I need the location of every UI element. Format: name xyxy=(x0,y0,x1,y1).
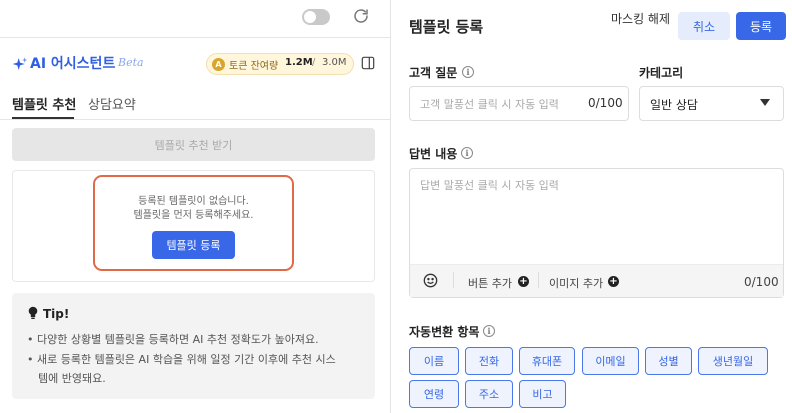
cancel-button[interactable]: 취소 xyxy=(678,12,730,40)
chip-phone[interactable]: 전화 xyxy=(465,347,513,375)
beta-badge: Beta xyxy=(118,56,144,69)
plus-circle-icon[interactable]: + xyxy=(518,276,529,287)
token-label: 토큰 잔여량 xyxy=(229,61,279,72)
chip-birthdate[interactable]: 생년월일 xyxy=(698,347,768,375)
add-image-label[interactable]: 이미지 추가 xyxy=(549,275,603,291)
token-separator: / xyxy=(312,57,316,68)
toggle-knob xyxy=(304,11,316,23)
masking-label: 마스킹 해제 xyxy=(610,12,670,26)
emoji-icon[interactable] xyxy=(423,273,438,288)
panel-toggle-icon[interactable] xyxy=(361,56,375,70)
question-placeholder: 고객 말풍선 클릭 시 자동 입력 xyxy=(420,98,559,111)
answer-char-count: 0/100 xyxy=(744,275,779,289)
tab-divider xyxy=(0,119,390,120)
question-char-count: 0/100 xyxy=(588,96,623,110)
ai-assistant-title: AI 어시스턴트 xyxy=(30,56,116,72)
category-label: 카테고리 xyxy=(639,66,684,80)
empty-submessage: 템플릿을 먼저 등록해주세요. xyxy=(133,210,254,221)
chip-mobile[interactable]: 휴대폰 xyxy=(519,347,575,375)
page-title: 템플릿 등록 xyxy=(409,18,484,36)
add-button-label[interactable]: 버튼 추가 xyxy=(468,275,512,291)
chip-note[interactable]: 비고 xyxy=(519,380,566,408)
toolbar-separator xyxy=(453,272,454,288)
chip-email[interactable]: 이메일 xyxy=(582,347,639,375)
answer-label: 답변 내용 xyxy=(409,147,458,161)
tip-title: Tip! xyxy=(43,307,70,321)
coin-icon: A xyxy=(212,58,225,71)
tip-line-2: • 새로 등록한 템플릿은 AI 학습을 위해 일정 기간 이후에 추천 시스 xyxy=(27,353,336,366)
chip-age[interactable]: 연령 xyxy=(409,380,459,408)
token-used: 1.2M xyxy=(285,57,313,68)
info-icon[interactable]: i xyxy=(461,147,473,159)
tip-line-1: • 다양한 상황별 템플릿을 등록하면 AI 추천 정확도가 높아져요. xyxy=(27,333,319,346)
token-total: 3.0M xyxy=(322,57,347,68)
info-icon[interactable]: i xyxy=(483,325,495,337)
question-label: 고객 질문 xyxy=(409,66,458,80)
chip-name[interactable]: 이름 xyxy=(409,347,459,375)
masking-toggle[interactable] xyxy=(302,9,330,25)
chip-gender[interactable]: 성별 xyxy=(645,347,692,375)
tip-line-3: 템에 반영돼요. xyxy=(38,372,106,385)
recommend-template-button[interactable]: 템플릿 추천 받기 xyxy=(12,128,375,161)
toolbar-separator xyxy=(538,272,539,288)
chip-address[interactable]: 주소 xyxy=(465,380,513,408)
empty-message: 등록된 템플릿이 없습니다. xyxy=(138,196,249,207)
category-value: 일반 상담 xyxy=(650,98,698,112)
pane-divider xyxy=(390,0,391,413)
tab-template-recommend[interactable]: 템플릿 추천 xyxy=(12,94,76,113)
bulb-icon xyxy=(28,306,38,319)
tab-consult-summary[interactable]: 상담요약 xyxy=(88,94,136,113)
register-template-button[interactable]: 템플릿 등록 xyxy=(152,231,235,259)
auto-fields-label: 자동변환 항목 xyxy=(409,325,480,339)
plus-circle-icon[interactable]: + xyxy=(608,276,619,287)
answer-placeholder: 답변 말풍선 클릭 시 자동 입력 xyxy=(420,179,559,192)
register-button[interactable]: 등록 xyxy=(736,12,786,40)
sparkle-icon xyxy=(12,57,28,70)
chevron-down-icon xyxy=(760,99,770,106)
refresh-icon[interactable] xyxy=(352,7,370,25)
top-bar xyxy=(0,0,390,38)
info-icon[interactable]: i xyxy=(462,66,474,78)
